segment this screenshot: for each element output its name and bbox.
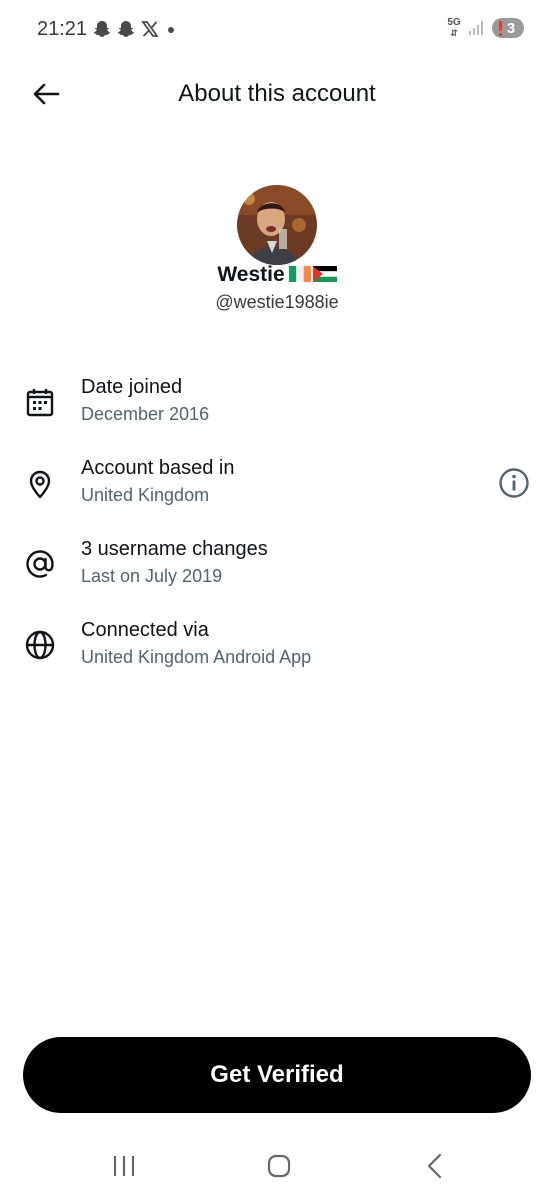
profile-name-text: Westie: [217, 263, 285, 286]
notification-icons: [92, 19, 178, 39]
recent-apps-button[interactable]: [104, 1152, 144, 1182]
home-icon: [267, 1154, 291, 1178]
battery-icon: 3: [492, 18, 524, 38]
at-sign-icon: [26, 550, 54, 578]
calendar-icon: [26, 389, 54, 417]
ireland-flag-icon: [288, 266, 311, 282]
row-title: Date joined: [81, 376, 183, 398]
row-title: 3 username changes: [81, 538, 268, 560]
get-verified-button[interactable]: Get Verified: [23, 1037, 531, 1113]
location-pin-icon: [29, 470, 51, 499]
palestine-flag-icon: [312, 266, 337, 282]
avatar[interactable]: [237, 185, 317, 265]
header: About this account: [0, 68, 554, 120]
info-row-account-based: Account based in United Kingdom: [0, 451, 554, 513]
flag-emojis: [288, 265, 337, 283]
status-bar: 21:21 5G ⇵ 3: [0, 0, 554, 62]
navigation-bar: [0, 1138, 554, 1200]
row-title: Connected via: [81, 619, 209, 641]
x-logo-icon: [141, 21, 159, 37]
signal-icon: [469, 21, 483, 35]
snapchat-icon: [117, 21, 135, 37]
profile-name: Westie: [0, 263, 554, 287]
info-button[interactable]: [498, 467, 530, 499]
info-icon: [499, 468, 529, 498]
row-title: Account based in: [81, 457, 235, 479]
system-icons: 5G ⇵ 3: [446, 18, 524, 38]
dot-icon: [168, 27, 174, 33]
system-back-button[interactable]: [414, 1152, 454, 1182]
row-subtitle: Last on July 2019: [81, 566, 223, 586]
battery-count: 3: [506, 19, 516, 37]
network-label: 5G: [447, 17, 461, 28]
back-icon: [427, 1153, 442, 1179]
profile-handle: @westie1988ie: [215, 292, 339, 312]
globe-icon: [25, 630, 55, 660]
row-subtitle: United Kingdom: [81, 485, 210, 505]
row-subtitle: United Kingdom Android App: [81, 647, 312, 667]
info-row-connected-via: Connected via United Kingdom Android App: [0, 613, 554, 675]
info-row-username-changes: 3 username changes Last on July 2019: [0, 532, 554, 594]
5g-data-icon: 5G ⇵: [447, 17, 461, 39]
recent-apps-icon: [113, 1156, 135, 1176]
row-subtitle: December 2016: [81, 404, 210, 424]
home-button[interactable]: [259, 1152, 299, 1182]
info-row-date-joined: Date joined December 2016: [0, 370, 554, 432]
status-time: 21:21: [37, 18, 88, 40]
page-title: About this account: [178, 80, 376, 107]
snapchat-icon: [93, 21, 111, 37]
